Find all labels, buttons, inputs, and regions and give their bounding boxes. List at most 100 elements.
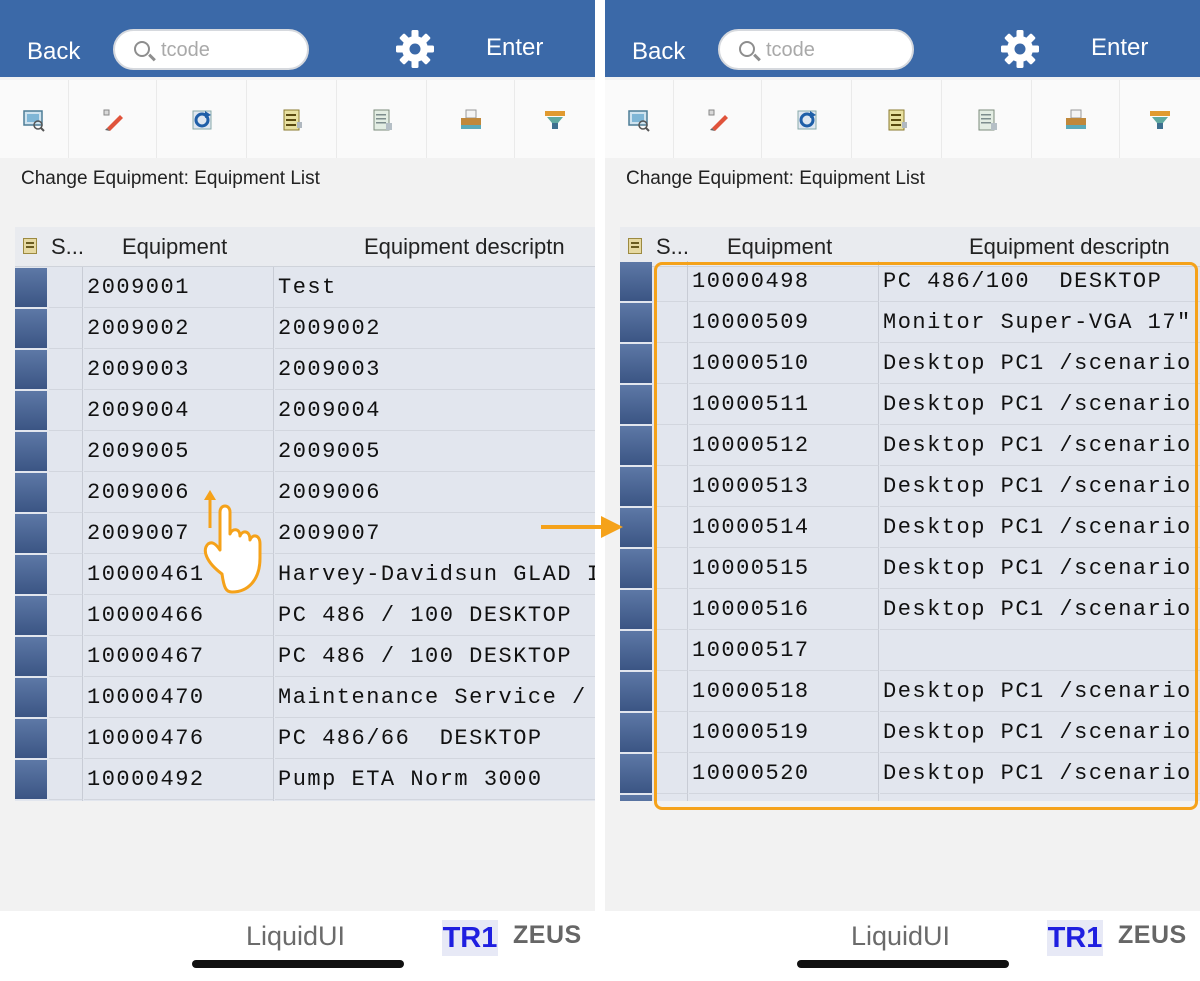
page-title: Change Equipment: Equipment List — [626, 168, 925, 189]
table-row[interactable]: 10000461 Harvey-Davidsun GLAD I — [15, 554, 595, 595]
description-cell[interactable]: 2009003 — [275, 349, 595, 390]
home-indicator[interactable] — [192, 960, 404, 968]
table-row[interactable]: 2009007 2009007 — [15, 513, 595, 554]
arrow-right-icon — [541, 516, 623, 538]
toolbar-button-edit[interactable] — [674, 80, 762, 158]
table-row[interactable]: 10000470 Maintenance Service / — [15, 677, 595, 718]
toolbar-button-details[interactable] — [852, 80, 942, 158]
table-row[interactable]: 2009006 2009006 — [15, 472, 595, 513]
toolbar-button-filter[interactable] — [515, 80, 595, 158]
toolbar-button-refresh[interactable] — [762, 80, 852, 158]
description-cell[interactable]: PC 486 / 100 DESKTOP — [275, 636, 595, 677]
status-cell — [49, 431, 83, 472]
status-cell — [49, 800, 83, 801]
back-button[interactable]: Back — [27, 38, 80, 66]
table-row[interactable]: 2009001 Test — [15, 267, 595, 308]
gear-icon[interactable] — [395, 29, 435, 69]
equipment-cell[interactable]: 2009001 — [84, 267, 274, 308]
toolbar-button-edit[interactable] — [69, 80, 157, 158]
row-selector[interactable] — [15, 719, 47, 758]
table-row[interactable]: 10000492 Pump ETA Norm 3000 — [15, 759, 595, 800]
row-selector[interactable] — [15, 555, 47, 594]
equipment-cell[interactable]: 10000476 — [84, 718, 274, 759]
equipment-cell[interactable]: 2009003 — [84, 349, 274, 390]
equipment-cell[interactable]: 10000492 — [84, 759, 274, 800]
equipment-cell[interactable]: 2009002 — [84, 308, 274, 349]
row-selector[interactable] — [15, 350, 47, 389]
row-selector[interactable] — [15, 596, 47, 635]
description-cell[interactable]: Maintenance Service / — [275, 677, 595, 718]
equipment-cell[interactable]: 10000470 — [84, 677, 274, 718]
toolbar-button-filter[interactable] — [1120, 80, 1200, 158]
toolbar-button-details[interactable] — [247, 80, 337, 158]
toolbar-button-document[interactable] — [337, 80, 427, 158]
row-selector[interactable] — [620, 344, 652, 383]
row-selector[interactable] — [620, 426, 652, 465]
row-selector[interactable] — [620, 385, 652, 424]
screenshot-stage: Back Enter — [0, 0, 1200, 981]
toolbar-button-print[interactable] — [1032, 80, 1120, 158]
description-cell[interactable]: Test — [275, 267, 595, 308]
toolbar-button-refresh[interactable] — [157, 80, 247, 158]
table-row[interactable]: 10000466 PC 486 / 100 DESKTOP — [15, 595, 595, 636]
row-selector[interactable] — [15, 678, 47, 717]
row-selector[interactable] — [620, 631, 652, 670]
back-button[interactable]: Back — [632, 38, 685, 66]
table-settings-icon[interactable] — [23, 238, 37, 254]
status-cell — [49, 390, 83, 431]
row-selector[interactable] — [15, 637, 47, 676]
row-selector[interactable] — [15, 514, 47, 553]
equipment-cell[interactable]: 10000466 — [84, 595, 274, 636]
description-cell[interactable]: 2009006 — [275, 472, 595, 513]
table-row[interactable]: 10000467 PC 486 / 100 DESKTOP — [15, 636, 595, 677]
row-selector[interactable] — [15, 391, 47, 430]
description-cell[interactable]: 2009002 — [275, 308, 595, 349]
row-selector[interactable] — [620, 549, 652, 588]
table-settings-icon[interactable] — [628, 238, 642, 254]
description-cell[interactable]: PC 486/66 DESKTOP — [275, 718, 595, 759]
table-row[interactable]: 2009003 2009003 — [15, 349, 595, 390]
table-row[interactable]: 2009005 2009005 — [15, 431, 595, 472]
tcode-search-box[interactable] — [718, 29, 914, 70]
toolbar-button-document[interactable] — [942, 80, 1032, 158]
row-selector[interactable] — [620, 754, 652, 793]
description-cell[interactable]: PC 486 / 100 DESKTOP — [275, 595, 595, 636]
row-selector[interactable] — [15, 760, 47, 799]
column-header-status[interactable]: S... — [51, 227, 85, 267]
table-row[interactable]: 2009004 2009004 — [15, 390, 595, 431]
row-selector[interactable] — [620, 262, 652, 301]
gear-icon[interactable] — [1000, 29, 1040, 69]
row-selector[interactable] — [15, 309, 47, 348]
equipment-cell[interactable]: 2009004 — [84, 390, 274, 431]
enter-button[interactable]: Enter — [1091, 34, 1148, 62]
column-header-equipment[interactable]: Equipment — [122, 227, 227, 267]
description-cell[interactable]: 2009005 — [275, 431, 595, 472]
toolbar-button-display[interactable] — [605, 80, 674, 158]
enter-button[interactable]: Enter — [486, 34, 543, 62]
row-selector[interactable] — [15, 432, 47, 471]
top-bar: Back Enter — [0, 0, 595, 77]
tcode-input[interactable] — [766, 36, 906, 64]
toolbar-button-display[interactable] — [0, 80, 69, 158]
row-selector[interactable] — [620, 303, 652, 342]
table-row[interactable]: 2009002 2009002 — [15, 308, 595, 349]
table-row[interactable]: 10000476 PC 486/66 DESKTOP — [15, 718, 595, 759]
description-cell[interactable]: 2009004 — [275, 390, 595, 431]
row-selector[interactable] — [620, 672, 652, 711]
row-selector[interactable] — [620, 713, 652, 752]
row-selector[interactable] — [15, 268, 47, 307]
equipment-cell[interactable]: 10000467 — [84, 636, 274, 677]
edit-pencil-icon — [103, 109, 123, 131]
home-indicator[interactable] — [797, 960, 1009, 968]
tcode-search-box[interactable] — [113, 29, 309, 70]
description-cell[interactable]: Harvey-Davidsun GLAD I — [275, 554, 595, 595]
tcode-input[interactable] — [161, 36, 301, 64]
row-selector[interactable] — [15, 473, 47, 512]
row-selector[interactable] — [620, 467, 652, 506]
equipment-cell[interactable]: 2009005 — [84, 431, 274, 472]
toolbar-button-print[interactable] — [427, 80, 515, 158]
row-selector[interactable] — [620, 590, 652, 629]
column-header-description[interactable]: Equipment descriptn — [364, 227, 565, 267]
description-cell[interactable]: Pump ETA Norm 3000 — [275, 759, 595, 800]
brand-label: LiquidUI — [246, 921, 346, 951]
